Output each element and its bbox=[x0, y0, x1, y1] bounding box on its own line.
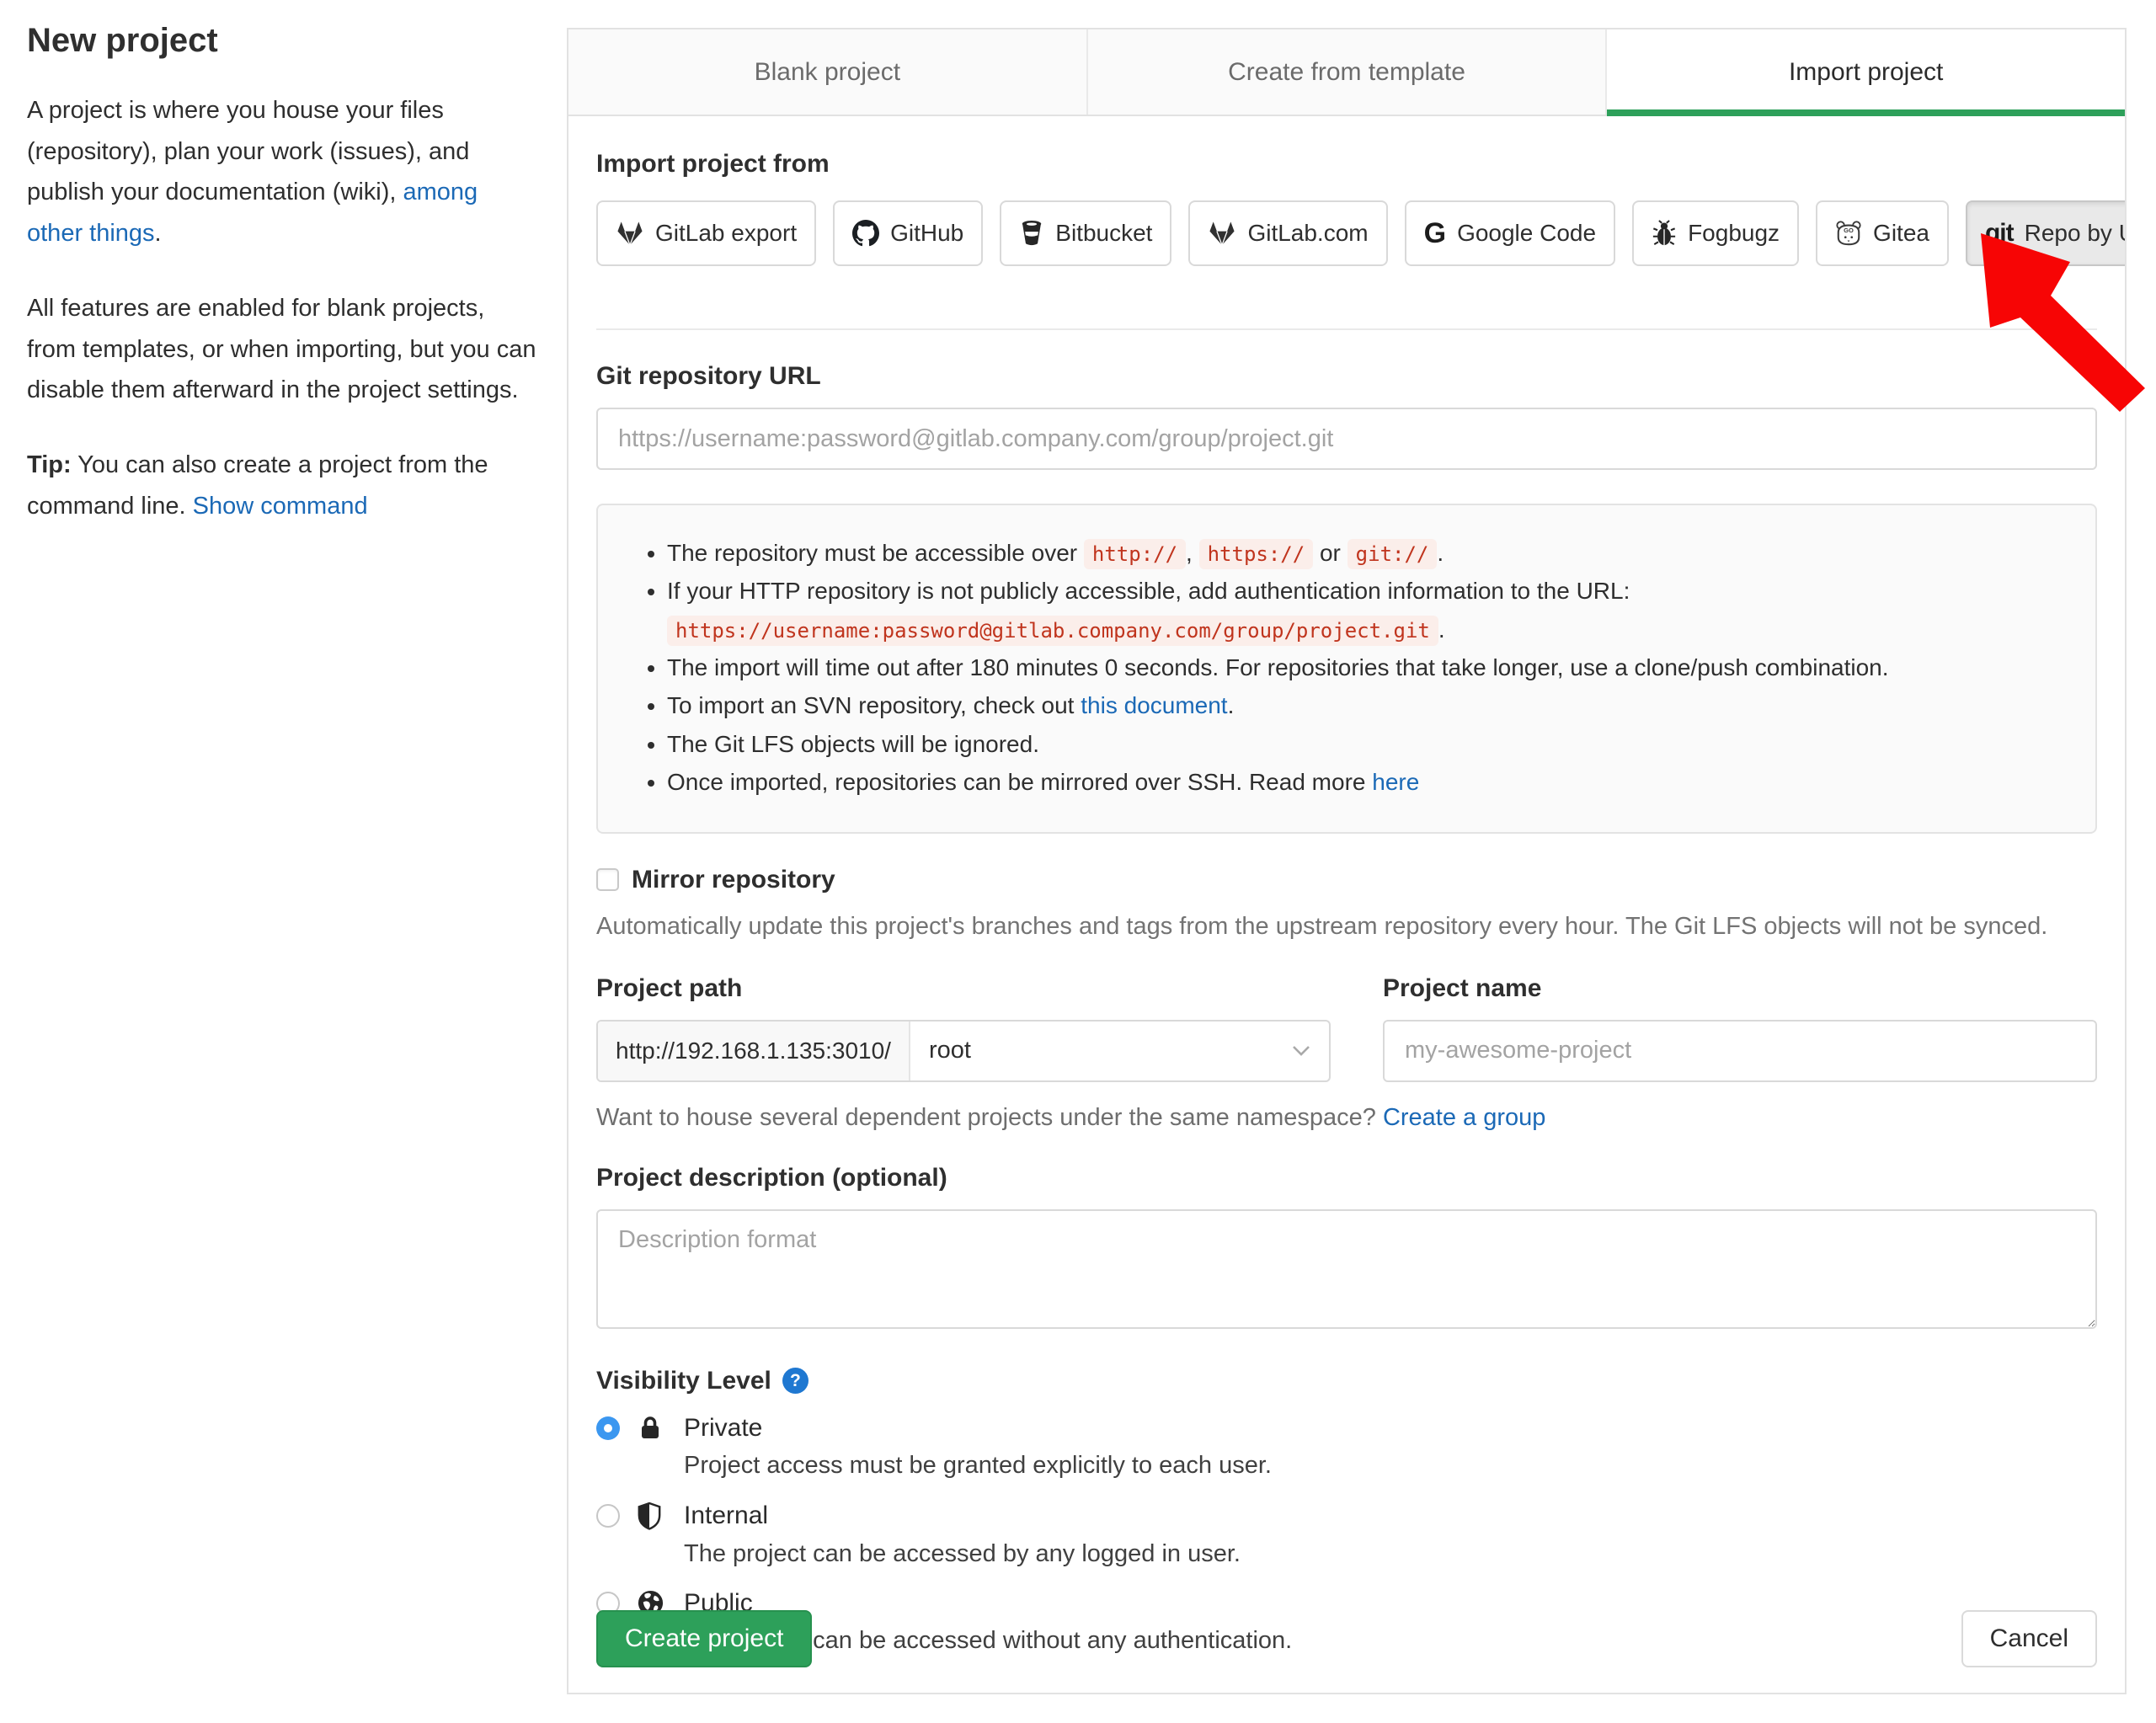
project-description-textarea[interactable] bbox=[596, 1209, 2097, 1329]
import-source-label: Fogbugz bbox=[1688, 220, 1780, 247]
project-path-label: Project path bbox=[596, 974, 1331, 1003]
google-g-icon: G bbox=[1424, 219, 1446, 248]
private-description: Project access must be granted explicitl… bbox=[684, 1449, 2097, 1482]
github-logo-icon bbox=[852, 220, 879, 247]
bug-icon bbox=[1652, 220, 1677, 247]
import-source-buttons: GitLab export GitHub Bitbucket bbox=[596, 200, 2097, 266]
import-from-heading: Import project from bbox=[596, 150, 2097, 179]
import-source-label: Gitea bbox=[1873, 220, 1929, 247]
import-source-label: GitLab.com bbox=[1247, 220, 1368, 247]
import-project-form: Import project from GitLab export GitHub bbox=[568, 116, 2125, 1657]
import-source-bitbucket[interactable]: Bitbucket bbox=[1000, 200, 1171, 266]
import-source-github[interactable]: GitHub bbox=[833, 200, 983, 266]
sidebar-features-note: All features are enabled for blank proje… bbox=[27, 288, 537, 411]
mirror-repository-checkbox[interactable] bbox=[596, 868, 619, 891]
visibility-private-option: Private Project access must be granted e… bbox=[596, 1414, 2097, 1482]
code-git: git:// bbox=[1348, 539, 1438, 569]
form-actions: Create project Cancel bbox=[596, 1610, 2097, 1667]
git-url-input[interactable] bbox=[596, 408, 2097, 470]
visibility-level-label: Visibility Level bbox=[596, 1367, 771, 1395]
create-a-group-link[interactable]: Create a group bbox=[1383, 1104, 1545, 1131]
chevron-down-icon bbox=[1292, 1045, 1310, 1057]
import-source-label: Bitbucket bbox=[1055, 220, 1152, 247]
new-project-panel: Blank project Create from template Impor… bbox=[567, 28, 2127, 1694]
sidebar-intro: A project is where you house your files … bbox=[27, 90, 537, 254]
project-url-prefix: http://192.168.1.135:3010/ bbox=[598, 1022, 910, 1080]
git-url-label: Git repository URL bbox=[596, 362, 2097, 391]
svg-text:GO: GO bbox=[1844, 227, 1854, 234]
tab-create-from-template[interactable]: Create from template bbox=[1088, 29, 1608, 115]
sidebar-intro-period: . bbox=[155, 220, 162, 247]
visibility-internal-option: Internal The project can be accessed by … bbox=[596, 1501, 2097, 1571]
note-timeout: The import will time out after 180 minut… bbox=[667, 648, 2062, 686]
gitlab-logo-icon bbox=[1208, 221, 1236, 247]
tab-import-project[interactable]: Import project bbox=[1607, 29, 2125, 115]
tab-blank-project[interactable]: Blank project bbox=[568, 29, 1088, 115]
help-question-icon[interactable]: ? bbox=[782, 1368, 808, 1394]
import-source-label: GitHub bbox=[890, 220, 963, 247]
namespace-select[interactable]: root bbox=[910, 1022, 1329, 1080]
code-http: http:// bbox=[1084, 539, 1186, 569]
namespace-question: Want to house several dependent projects… bbox=[596, 1104, 2097, 1132]
show-command-link[interactable]: Show command bbox=[193, 493, 368, 520]
sidebar: New project A project is where you house… bbox=[27, 13, 537, 560]
import-source-label: Repo by URL bbox=[2025, 220, 2127, 247]
svn-document-link[interactable]: this document bbox=[1081, 692, 1227, 718]
import-source-repo-by-url[interactable]: git Repo by URL bbox=[1966, 200, 2127, 266]
path-name-row: Project path http://192.168.1.135:3010/ … bbox=[596, 974, 2097, 1082]
cancel-button[interactable]: Cancel bbox=[1961, 1610, 2097, 1667]
visibility-level-row: Visibility Level ? bbox=[596, 1367, 2097, 1395]
bitbucket-logo-icon bbox=[1019, 220, 1044, 247]
note-svn: To import an SVN repository, check out t… bbox=[667, 686, 2062, 724]
namespace-value: root bbox=[929, 1037, 971, 1064]
import-source-google-code[interactable]: G Google Code bbox=[1405, 200, 1615, 266]
project-name-column: Project name bbox=[1383, 974, 2097, 1082]
internal-description: The project can be accessed by any logge… bbox=[684, 1538, 2097, 1571]
sidebar-tip: Tip: You can also create a project from … bbox=[27, 445, 537, 526]
gitea-logo-icon: GO bbox=[1835, 220, 1862, 247]
read-more-here-link[interactable]: here bbox=[1372, 769, 1419, 795]
mirror-repository-label[interactable]: Mirror repository bbox=[632, 866, 835, 894]
import-notes-box: The repository must be accessible over h… bbox=[596, 504, 2097, 834]
gitlab-logo-icon bbox=[616, 221, 644, 247]
import-source-gitlab-export[interactable]: GitLab export bbox=[596, 200, 816, 266]
import-source-label: GitLab export bbox=[655, 220, 797, 247]
note-auth: If your HTTP repository is not publicly … bbox=[667, 572, 2062, 648]
project-name-input[interactable] bbox=[1383, 1020, 2097, 1082]
page-title: New project bbox=[27, 22, 537, 60]
project-path-column: Project path http://192.168.1.135:3010/ … bbox=[596, 974, 1331, 1082]
private-radio[interactable] bbox=[596, 1416, 620, 1440]
lock-icon bbox=[637, 1414, 684, 1443]
project-name-label: Project name bbox=[1383, 974, 2097, 1003]
code-https: https:// bbox=[1199, 539, 1314, 569]
mirror-repository-help: Automatically update this project's bran… bbox=[596, 913, 2097, 941]
project-path-group: http://192.168.1.135:3010/ root bbox=[596, 1020, 1331, 1082]
import-source-gitlab-com[interactable]: GitLab.com bbox=[1188, 200, 1387, 266]
import-source-label: Google Code bbox=[1457, 220, 1596, 247]
internal-label[interactable]: Internal bbox=[684, 1502, 2097, 1530]
divider bbox=[596, 328, 2097, 330]
code-auth-url: https://username:password@gitlab.company… bbox=[667, 616, 1438, 646]
shield-icon bbox=[637, 1501, 684, 1531]
note-mirror-ssh: Once imported, repositories can be mirro… bbox=[667, 763, 2062, 801]
tip-bold: Tip: bbox=[27, 451, 72, 478]
tab-bar: Blank project Create from template Impor… bbox=[568, 29, 2125, 116]
mirror-repository-row: Mirror repository bbox=[596, 866, 2097, 894]
note-protocols: The repository must be accessible over h… bbox=[667, 534, 2062, 572]
internal-radio[interactable] bbox=[596, 1504, 620, 1528]
create-project-button[interactable]: Create project bbox=[596, 1610, 812, 1667]
project-description-label: Project description (optional) bbox=[596, 1164, 2097, 1192]
git-logo-icon: git bbox=[1985, 219, 2014, 248]
note-lfs: The Git LFS objects will be ignored. bbox=[667, 725, 2062, 763]
import-source-gitea[interactable]: GO Gitea bbox=[1816, 200, 1949, 266]
private-label[interactable]: Private bbox=[684, 1414, 2097, 1443]
import-source-fogbugz[interactable]: Fogbugz bbox=[1632, 200, 1799, 266]
